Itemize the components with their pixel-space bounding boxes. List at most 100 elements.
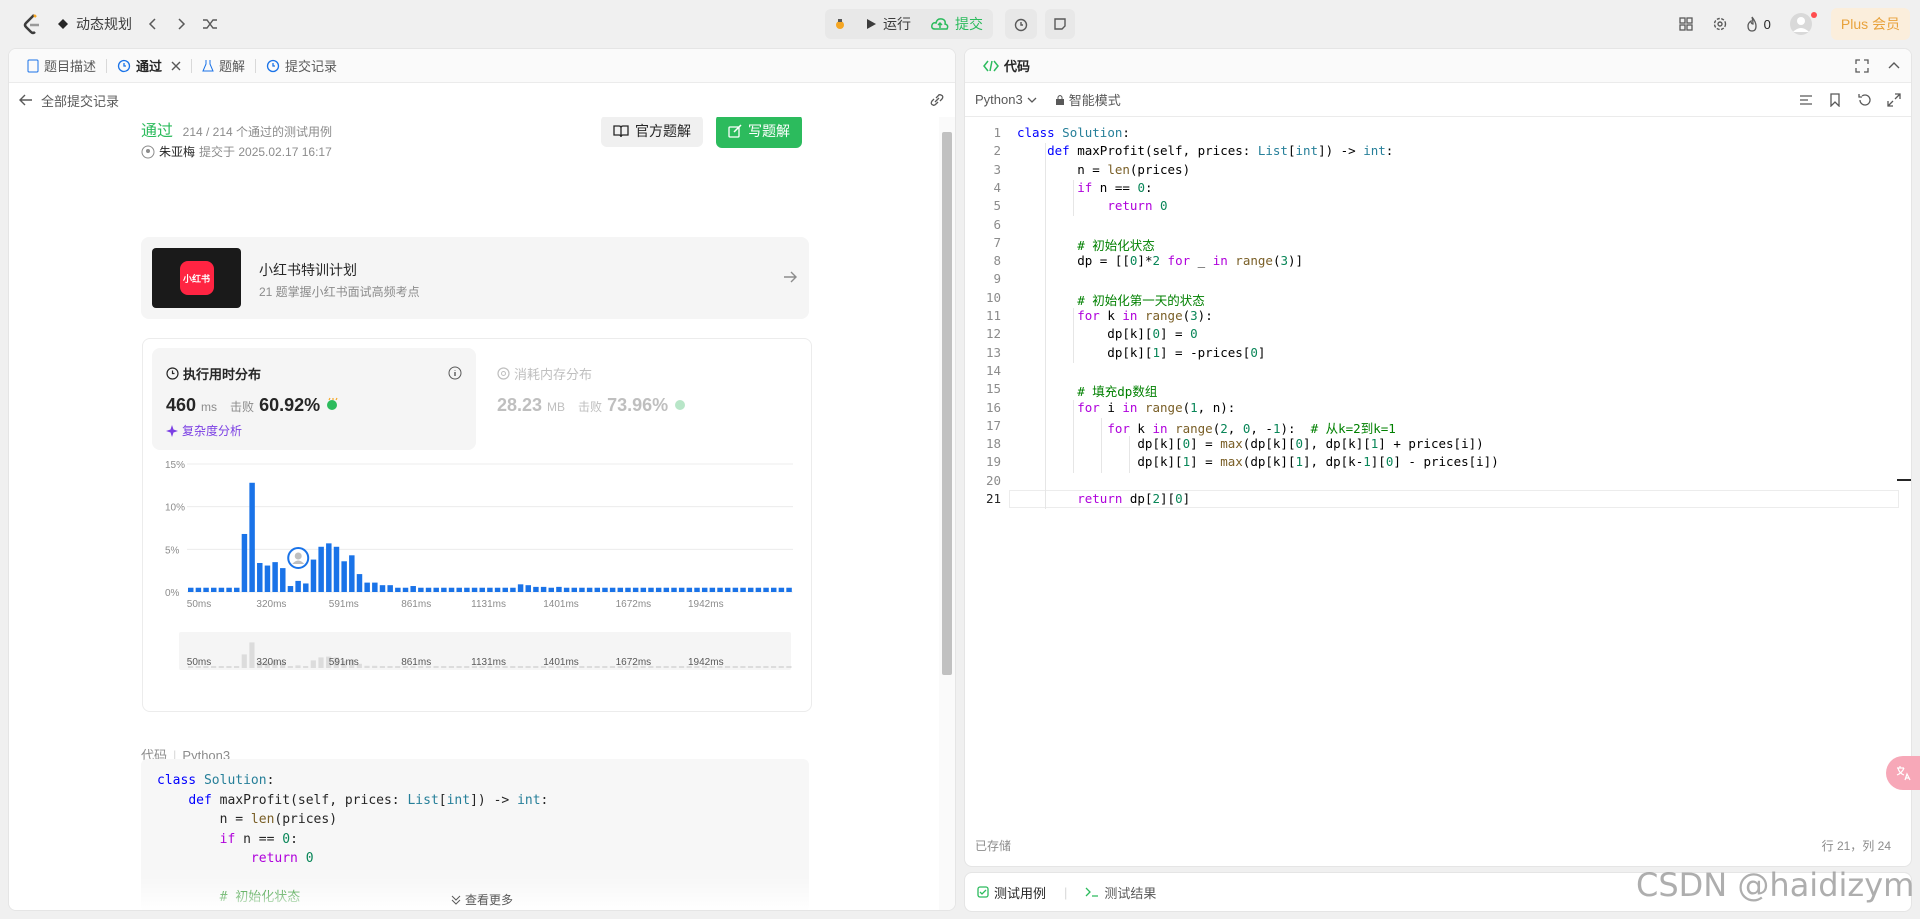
top-bar: 动态规划 运行 提交 0 Plus 会员 <box>0 0 1920 48</box>
code-line: for i in range(1, n): <box>1077 399 1236 415</box>
chart-bar <box>479 587 485 592</box>
tab-description[interactable]: 题目描述 <box>19 49 104 83</box>
line-number: 5 <box>993 198 1001 214</box>
brush-bar <box>395 666 401 668</box>
memory-title-row: 消耗内存分布 <box>497 364 793 383</box>
study-plan-logo: 小红书 <box>152 248 241 308</box>
code-line: def maxProfit(self, prices: List[int]) -… <box>188 792 549 808</box>
chart-bar <box>625 587 631 592</box>
brush-bar <box>525 666 531 668</box>
show-more-button[interactable]: 查看更多 <box>451 891 513 908</box>
list-icon <box>56 17 70 31</box>
promo-logo-text: 小红书 <box>179 261 214 295</box>
reset-undo-icon[interactable] <box>1857 93 1871 107</box>
shuffle-icon[interactable] <box>202 17 218 31</box>
chart-bar <box>533 586 539 592</box>
leetcode-logo-icon[interactable] <box>22 13 42 35</box>
chart-bar <box>280 568 286 592</box>
close-icon[interactable] <box>171 61 181 71</box>
runtime-distribution-chart[interactable]: 15% 10% 5% 0% 50ms 320ms 591ms 861ms 1131ms 1401m… <box>143 454 811 714</box>
tab-accepted[interactable]: 通过 <box>109 49 189 83</box>
chevron-up-icon[interactable] <box>1887 59 1901 73</box>
tab-test-result[interactable]: 测试结果 <box>1085 883 1156 902</box>
terminal-icon <box>1085 886 1099 898</box>
smart-mode-toggle[interactable]: 智能模式 <box>1055 90 1121 109</box>
left-tab-bar: 题目描述 通过 题解 提交记录 <box>9 49 955 83</box>
runtime-stat-card[interactable]: 执行用时分布 460 ms 击败 60.92% 复杂度分析 <box>152 348 476 450</box>
brush-bar <box>579 666 585 668</box>
format-align-icon[interactable] <box>1799 93 1813 107</box>
chevron-down-icon <box>1027 95 1037 105</box>
problem-list-button[interactable]: 动态规划 <box>56 10 132 38</box>
layout-icon[interactable] <box>1678 16 1694 32</box>
brush-tick-label: 861ms <box>401 657 431 668</box>
line-number: 13 <box>985 344 1001 360</box>
brush-bar <box>287 666 293 668</box>
y-tick-label: 0% <box>165 588 180 599</box>
write-solution-button[interactable]: 写题解 <box>716 117 802 148</box>
tab-testcase[interactable]: 测试用例 <box>977 883 1046 902</box>
fullscreen-icon[interactable] <box>1887 92 1901 107</box>
scrollbar-thumb[interactable] <box>942 132 952 675</box>
chevron-left-icon[interactable] <box>146 17 160 31</box>
info-icon[interactable] <box>448 366 462 380</box>
x-tick-label: 591ms <box>329 599 359 610</box>
submission-detail-scroll[interactable]: 通过 214 / 214 个通过的测试用例 朱亚梅 提交于 2025.02.17… <box>9 117 939 910</box>
runtime-unit: ms <box>201 400 218 414</box>
left-scrollbar[interactable] <box>939 117 955 910</box>
settings-gear-icon[interactable] <box>1712 16 1728 32</box>
x-tick-label: 1942ms <box>688 599 724 610</box>
chart-bar <box>295 580 301 592</box>
chart-bar <box>203 587 209 592</box>
line-number: 19 <box>985 454 1001 470</box>
chart-bar <box>464 587 470 592</box>
chevron-right-icon[interactable] <box>174 17 188 31</box>
line-number: 16 <box>985 399 1001 415</box>
chart-bar <box>364 582 370 592</box>
brush-bar <box>770 666 777 668</box>
tab-submissions[interactable]: 提交记录 <box>258 49 345 83</box>
submitter-name[interactable]: 朱亚梅 <box>159 143 195 160</box>
run-button[interactable]: 运行 <box>855 9 921 39</box>
problem-list-label: 动态规划 <box>76 16 132 32</box>
plus-label: Plus 会员 <box>1840 16 1900 32</box>
chart-bar <box>456 587 462 592</box>
status-accepted: 通过 <box>141 123 174 140</box>
line-number: 18 <box>985 436 1001 452</box>
bookmark-icon[interactable] <box>1829 92 1841 107</box>
official-solution-button[interactable]: 官方题解 <box>601 117 703 147</box>
complexity-analysis-link[interactable]: 复杂度分析 <box>166 422 462 439</box>
submit-label: 提交 <box>955 16 983 32</box>
chart-bar <box>303 583 309 592</box>
language-select[interactable]: Python3 <box>975 92 1037 107</box>
code-editor[interactable]: 1 class Solution: 2 def maxProfit(self, pr… <box>965 117 1911 837</box>
chart-bar <box>441 587 447 592</box>
translate-floating-button[interactable] <box>1886 756 1920 790</box>
flask-icon <box>202 59 214 73</box>
arrow-left-icon <box>19 94 33 106</box>
memory-stat-card[interactable]: 消耗内存分布 28.23 MB 击败 73.96% <box>483 348 807 450</box>
line-number: 7 <box>993 234 1001 250</box>
tab-code[interactable]: 代码 <box>975 49 1038 83</box>
plus-member-button[interactable]: Plus 会员 <box>1830 8 1910 40</box>
avatar[interactable] <box>1789 12 1817 36</box>
debug-button[interactable] <box>825 9 855 39</box>
brush-bar <box>678 666 685 668</box>
streak-counter[interactable]: 0 <box>1746 16 1771 32</box>
study-plan-card[interactable]: 小红书 小红书特训计划 21 题掌握小红书面试高频考点 <box>141 237 809 319</box>
submit-button[interactable]: 提交 <box>921 9 993 39</box>
write-solution-label: 写题解 <box>748 123 790 139</box>
notes-button[interactable] <box>1045 9 1075 39</box>
back-to-submissions[interactable]: 全部提交记录 <box>19 91 119 110</box>
maximize-icon[interactable] <box>1855 58 1869 73</box>
chart-bar <box>264 565 271 592</box>
line-number: 14 <box>985 362 1001 378</box>
share-link-icon[interactable] <box>929 92 945 108</box>
tab-label: 提交记录 <box>285 59 338 74</box>
chart-bar <box>540 586 547 592</box>
clap-icon <box>325 397 339 411</box>
timer-button[interactable] <box>1005 9 1037 39</box>
tab-solutions[interactable]: 题解 <box>194 49 253 83</box>
